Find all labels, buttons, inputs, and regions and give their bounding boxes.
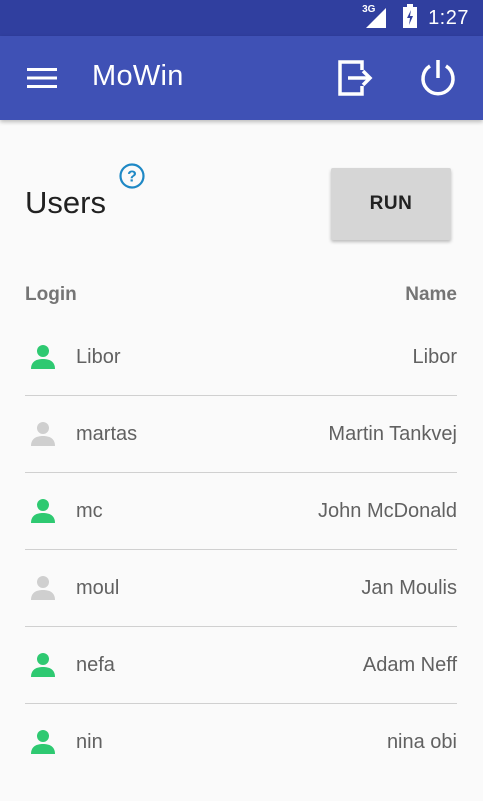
user-list: Libor Libor martas Martin Tankvej mc Joh… [0, 319, 483, 781]
user-row[interactable]: moul Jan Moulis [0, 550, 483, 627]
user-name: Jan Moulis [361, 577, 457, 599]
user-icon [29, 728, 57, 756]
user-name: John McDonald [318, 500, 457, 522]
signal-icon: 3G [362, 4, 388, 30]
menu-icon[interactable] [27, 66, 59, 90]
run-button[interactable]: RUN [331, 168, 451, 240]
status-bar: 3G 1:27 [0, 0, 483, 36]
user-icon [29, 497, 57, 525]
help-icon[interactable]: ? [119, 163, 145, 189]
power-icon[interactable] [416, 56, 460, 100]
column-header-name: Name [405, 284, 457, 305]
user-row[interactable]: nefa Adam Neff [0, 627, 483, 704]
user-name: Martin Tankvej [328, 423, 457, 445]
app-bar: MoWin [0, 36, 483, 120]
user-row[interactable]: martas Martin Tankvej [0, 396, 483, 473]
user-icon [29, 420, 57, 448]
user-icon [29, 651, 57, 679]
svg-text:?: ? [127, 169, 137, 186]
user-login: Libor [76, 346, 121, 368]
user-login: martas [76, 423, 138, 445]
user-name: nina obi [386, 731, 457, 753]
network-type: 3G [362, 4, 376, 15]
user-row[interactable]: mc John McDonald [0, 473, 483, 550]
user-name: Libor [412, 346, 457, 368]
user-icon [29, 574, 57, 602]
logout-icon[interactable] [334, 56, 378, 100]
user-row[interactable]: Libor Libor [0, 319, 483, 396]
user-login: nefa [76, 654, 115, 676]
section-title: Users [25, 185, 106, 220]
user-login: nin [76, 731, 103, 753]
user-login: mc [76, 500, 103, 522]
user-row[interactable]: nin nina obi [0, 704, 483, 781]
app-title: MoWin [92, 60, 184, 92]
column-header-login: Login [25, 284, 77, 305]
user-icon [29, 343, 57, 371]
user-name: Adam Neff [362, 654, 457, 676]
clock: 1:27 [428, 6, 469, 29]
user-login: moul [76, 577, 120, 599]
battery-icon [402, 3, 418, 33]
